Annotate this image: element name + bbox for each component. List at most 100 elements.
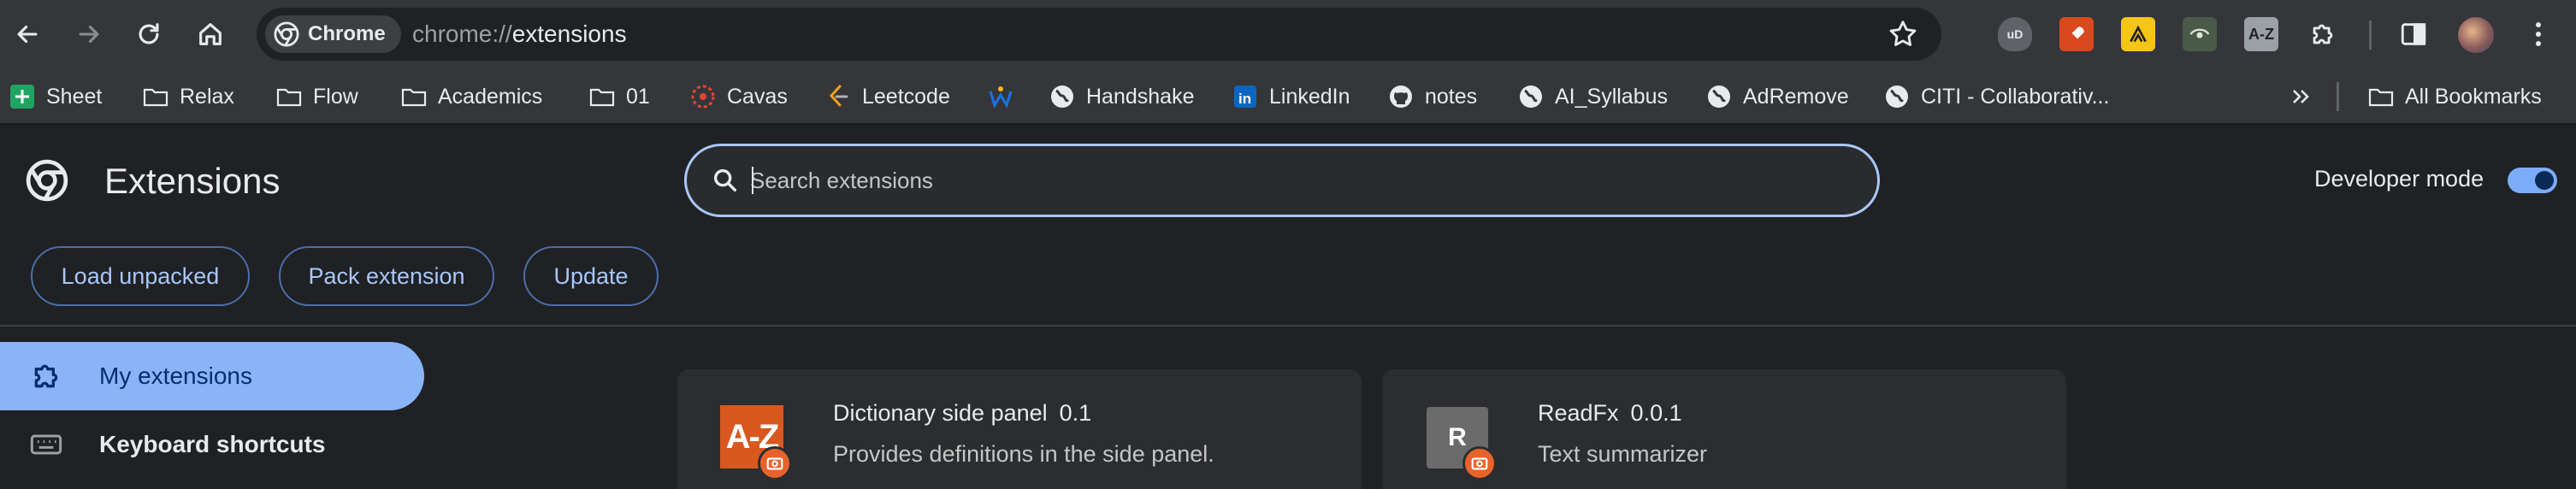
dot-icon xyxy=(2536,32,2541,37)
canvas-icon xyxy=(689,83,717,110)
sidebar-item-label: My extensions xyxy=(99,362,252,389)
bookmark-label: CITI - Collaborativ... xyxy=(1921,84,2110,109)
pack-extension-button[interactable]: Pack extension xyxy=(279,246,494,306)
bookmark-folder-01[interactable]: 01 xyxy=(588,68,650,125)
developer-mode-toggle[interactable] xyxy=(2508,168,2557,193)
rocket-glyph-icon xyxy=(2071,27,2084,40)
bookmark-label: Cavas xyxy=(727,84,788,109)
extension-name-row: Dictionary side panel 0.1 xyxy=(833,400,1091,427)
globe-icon xyxy=(1517,83,1545,110)
extension-version: 0.1 xyxy=(1059,400,1092,426)
sidebar-item-my-extensions[interactable]: My extensions xyxy=(0,342,424,410)
url-path: extensions xyxy=(511,21,627,47)
reload-button[interactable] xyxy=(127,12,171,56)
search-icon xyxy=(713,168,737,192)
bookmark-handshake[interactable]: Handshake xyxy=(1049,68,1194,125)
bookmark-star-icon[interactable] xyxy=(1887,18,1919,50)
linkedin-icon: in xyxy=(1232,83,1259,110)
rocket-icon[interactable] xyxy=(2059,17,2094,51)
unpacked-badge-icon xyxy=(758,446,792,480)
chip-label: Chrome xyxy=(308,22,386,45)
url-text[interactable]: chrome://extensions xyxy=(412,8,627,61)
sheets-icon xyxy=(9,83,36,110)
extension-name-row: ReadFx 0.0.1 xyxy=(1538,400,1682,427)
text-cursor xyxy=(752,167,753,194)
extension-logo-text: R xyxy=(1448,423,1467,451)
bookmarks-overflow-button[interactable] xyxy=(2287,68,2314,125)
eye-icon[interactable] xyxy=(2183,17,2217,51)
bookmark-label: Relax xyxy=(180,84,234,109)
a-z-icon[interactable]: A-Z xyxy=(2244,17,2278,51)
bookmark-adremove[interactable]: AdRemove xyxy=(1705,68,1849,125)
keyboard-icon xyxy=(30,434,62,455)
all-bookmarks-label: All Bookmarks xyxy=(2405,84,2542,109)
side-panel-button[interactable] xyxy=(2396,17,2431,51)
bookmark-label: Handshake xyxy=(1086,84,1195,109)
bookmark-label: Leetcode xyxy=(862,84,950,109)
bookmark-folder-flow[interactable]: Flow xyxy=(275,68,358,125)
address-bar[interactable]: Chrome chrome://extensions xyxy=(257,8,1941,61)
home-icon xyxy=(199,23,222,45)
caution-icon[interactable] xyxy=(2121,17,2155,51)
bookmark-citi[interactable]: CITI - Collaborativ... xyxy=(1883,68,2109,125)
back-button[interactable] xyxy=(5,12,50,56)
home-button[interactable] xyxy=(188,12,233,56)
extension-card: R ReadFx 0.0.1 Text summarizer xyxy=(1382,369,2066,489)
github-icon xyxy=(1387,83,1415,110)
bookmark-w[interactable] xyxy=(987,68,1014,125)
extension-description: Text summarizer xyxy=(1538,441,1708,467)
chrome-logo-icon xyxy=(274,21,299,47)
extension-version: 0.0.1 xyxy=(1630,400,1682,426)
globe-icon xyxy=(1883,83,1911,110)
bookmark-notes[interactable]: notes xyxy=(1387,68,1477,125)
side-panel-icon xyxy=(2401,23,2426,45)
ublock-icon[interactable]: uD xyxy=(1998,17,2032,51)
bookmark-ai-syllabus[interactable]: AI_Syllabus xyxy=(1517,68,1668,125)
search-input[interactable] xyxy=(750,146,1845,215)
forward-button[interactable] xyxy=(67,12,111,56)
toggle-knob xyxy=(2535,171,2554,190)
reload-icon xyxy=(139,23,159,44)
developer-mode-label: Developer mode xyxy=(2314,166,2484,191)
extensions-puzzle-button[interactable] xyxy=(2306,17,2340,51)
profile-avatar[interactable] xyxy=(2458,17,2494,53)
extensions-header: Extensions Developer mode xyxy=(0,127,2576,236)
puzzle-icon xyxy=(34,364,58,388)
url-scheme: chrome:// xyxy=(412,21,512,47)
arrow-left-icon xyxy=(17,25,38,44)
globe-icon xyxy=(1705,83,1733,110)
site-info-chip[interactable]: Chrome xyxy=(265,15,401,53)
chevron-double-right-icon xyxy=(2287,83,2314,110)
eye-glyph-icon xyxy=(2189,28,2210,38)
search-box[interactable] xyxy=(684,144,1880,217)
page-title: Extensions xyxy=(104,161,281,201)
puzzle-icon xyxy=(2313,24,2333,44)
bookmark-label: AI_Syllabus xyxy=(1555,84,1669,109)
extension-name: ReadFx xyxy=(1538,400,1619,426)
globe-icon xyxy=(1049,83,1076,110)
bookmark-leetcode[interactable]: Leetcode xyxy=(824,68,950,125)
arrow-right-icon xyxy=(79,25,99,44)
bookmark-folder-relax[interactable]: Relax xyxy=(142,68,234,125)
sidebar-item-label: Keyboard shortcuts xyxy=(99,431,326,457)
dot-icon xyxy=(2536,41,2541,46)
bookmark-label: Academics xyxy=(438,84,543,109)
w-icon xyxy=(987,83,1014,110)
all-bookmarks-button[interactable]: All Bookmarks xyxy=(2367,68,2542,125)
bookmark-label: Flow xyxy=(313,84,358,109)
folder-icon xyxy=(588,83,616,110)
ublock-label: uD xyxy=(2006,27,2024,41)
caution-glyph-icon xyxy=(2130,25,2147,43)
bookmark-folder-academics[interactable]: Academics xyxy=(400,68,542,125)
bookmark-cavas[interactable]: Cavas xyxy=(689,68,788,125)
load-unpacked-button[interactable]: Load unpacked xyxy=(31,246,250,306)
update-button[interactable]: Update xyxy=(523,246,659,306)
bookmark-sheet[interactable]: Sheet xyxy=(9,68,102,125)
extension-name: Dictionary side panel xyxy=(833,400,1048,426)
bookmark-linkedin[interactable]: in LinkedIn xyxy=(1232,68,1350,125)
bookmark-label: Sheet xyxy=(46,84,103,109)
chrome-menu-button[interactable] xyxy=(2521,15,2555,53)
sidebar-item-keyboard-shortcuts[interactable]: Keyboard shortcuts xyxy=(0,410,424,479)
chrome-logo-icon xyxy=(26,159,68,202)
toolbar-divider xyxy=(2369,21,2372,50)
